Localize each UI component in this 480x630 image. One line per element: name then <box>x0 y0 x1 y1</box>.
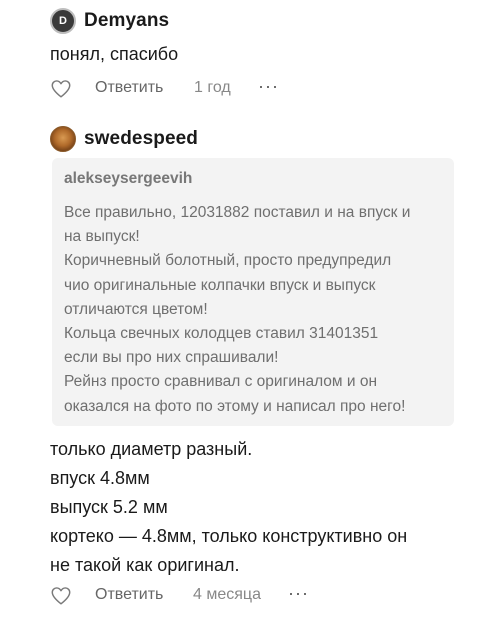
quote-line: Кольца свечных колодцев ставил 31401351 <box>64 325 379 343</box>
quote-line: на выпуск! <box>64 228 140 246</box>
avatar[interactable]: D <box>50 8 76 34</box>
comment-actions: Ответить 1 год ··· <box>50 76 278 101</box>
comment-text-line: только диаметр разный. <box>50 439 253 459</box>
comment-text-line: впуск 4.8мм <box>50 468 150 488</box>
quote-line: оказался на фото по этому и написал про … <box>64 397 406 415</box>
comment-text: только диаметр разный. впуск 4.8мм выпус… <box>50 435 460 580</box>
quote-line: отличаются цветом! <box>64 300 208 318</box>
reply-button[interactable]: Ответить <box>95 79 163 97</box>
heart-icon[interactable] <box>50 585 72 607</box>
heart-icon[interactable] <box>50 78 72 100</box>
comment-text: понял, спасибо <box>50 40 460 69</box>
more-options-button[interactable]: ··· <box>258 76 279 97</box>
comment-author-row[interactable]: swedespeed <box>50 126 198 152</box>
author-name[interactable]: Demyans <box>84 10 169 32</box>
avatar[interactable] <box>50 126 76 152</box>
quote-line: чио оригинальные колпачки впуск и выпуск <box>64 276 376 294</box>
quoted-comment: alekseysergeevih Все правильно, 12031882… <box>52 158 454 426</box>
comment-actions: Ответить 4 месяца ··· <box>50 583 308 608</box>
comment-time: 1 год <box>194 79 231 96</box>
quote-line: Коричневный болотный, просто предупредил <box>64 252 392 270</box>
comment-text-line: не такой как оригинал. <box>50 555 240 575</box>
quote-line: Рейнз просто сравнивал с оригиналом и он <box>64 373 378 391</box>
comment-text-line: выпуск 5.2 мм <box>50 497 168 517</box>
comment-text-line: понял, спасибо <box>50 44 179 64</box>
quote-line: Все правильно, 12031882 поставил и на вп… <box>64 204 411 221</box>
quote-text: Все правильно, 12031882 поставил и на вп… <box>64 201 442 419</box>
quote-line: если вы про них спрашивали! <box>64 349 279 367</box>
comment-time: 4 месяца <box>193 586 261 603</box>
more-options-button[interactable]: ··· <box>288 583 309 604</box>
author-name[interactable]: swedespeed <box>84 128 198 150</box>
reply-button[interactable]: Ответить <box>95 586 163 604</box>
quote-author[interactable]: alekseysergeevih <box>64 170 442 188</box>
comment-author-row[interactable]: D Demyans <box>50 8 169 34</box>
comment-text-line: кортеко — 4.8мм, только конструктивно он <box>50 526 408 546</box>
